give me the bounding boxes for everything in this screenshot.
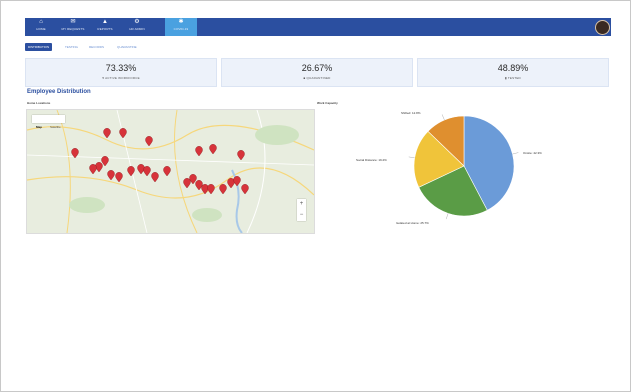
pie-leader-line [446,213,449,220]
person-icon: ♥ [102,76,105,80]
flask-icon: ▮ [505,76,507,80]
map-type-toggle: Map Satellite [32,115,65,129]
app-window: ⌂ HOME ✉ MY REQUESTS ▲ REPORTS ⚙ HR ADMI… [0,0,631,392]
pie-label-isolated-at-home: Isolated at Home: 25.7% [396,221,429,225]
pie-label-social-distance: Social Distance: 19.2% [356,158,387,162]
zoom-in-button[interactable]: + [297,199,306,210]
covid-icon: ✱ [178,19,184,25]
requests-icon: ✉ [70,19,76,25]
home-icon: ⌂ [39,19,43,25]
work-capacity-chart: Shifted: 12.8% Social Distance: 19.2% On… [331,101,591,241]
nav-item-reports[interactable]: ▲ REPORTS [91,18,119,36]
pie-leader-line [441,114,445,121]
pie-leader-line [512,152,519,155]
kpi-active-workforce: 73.33% ♥ ACTIVE WORKFORCE [25,58,217,87]
section-title: Employee Distribution [27,89,91,95]
kpi-quarantined: 26.67% ■ QUARANTINED [221,58,413,87]
home-locations-map[interactable]: Map Satellite [26,109,315,234]
kpi-tested: 48.89% ▮ TESTED [417,58,609,87]
pie-label-onsite: Onsite: 42.3% [523,151,542,155]
map-zoom-control: + − [297,199,306,221]
pie-leader-line [408,156,415,159]
nav-item-covid-19[interactable]: ✱ COVID-19 [165,18,197,36]
map-tiles [27,110,314,233]
tab-records[interactable]: RECORDS [89,43,104,51]
reports-icon: ▲ [102,19,108,25]
top-navigation: ⌂ HOME ✉ MY REQUESTS ▲ REPORTS ⚙ HR ADMI… [25,18,630,36]
user-avatar[interactable] [595,20,610,35]
map-toggle-satellite[interactable]: Satellite [46,123,65,131]
nav-item-home[interactable]: ⌂ HOME [27,18,55,36]
brand-logo: Appian [612,22,630,31]
admin-icon: ⚙ [134,19,140,25]
map-toggle-map[interactable]: Map [32,123,46,131]
home-icon: ■ [303,76,306,80]
nav-item-hr-admin[interactable]: ⚙ HR ADMIN [123,18,151,36]
zoom-out-button[interactable]: − [297,210,306,221]
tab-quarantine[interactable]: QUARANTINE [117,43,137,51]
pie-label-shifted: Shifted: 12.8% [401,111,421,115]
nav-item-my-requests[interactable]: ✉ MY REQUESTS [59,18,87,36]
tab-distribution[interactable]: DISTRIBUTION [25,43,53,51]
pie-chart [408,114,519,220]
tab-testing[interactable]: TESTING [65,43,78,51]
map-panel-label: Home Locations [27,101,51,105]
